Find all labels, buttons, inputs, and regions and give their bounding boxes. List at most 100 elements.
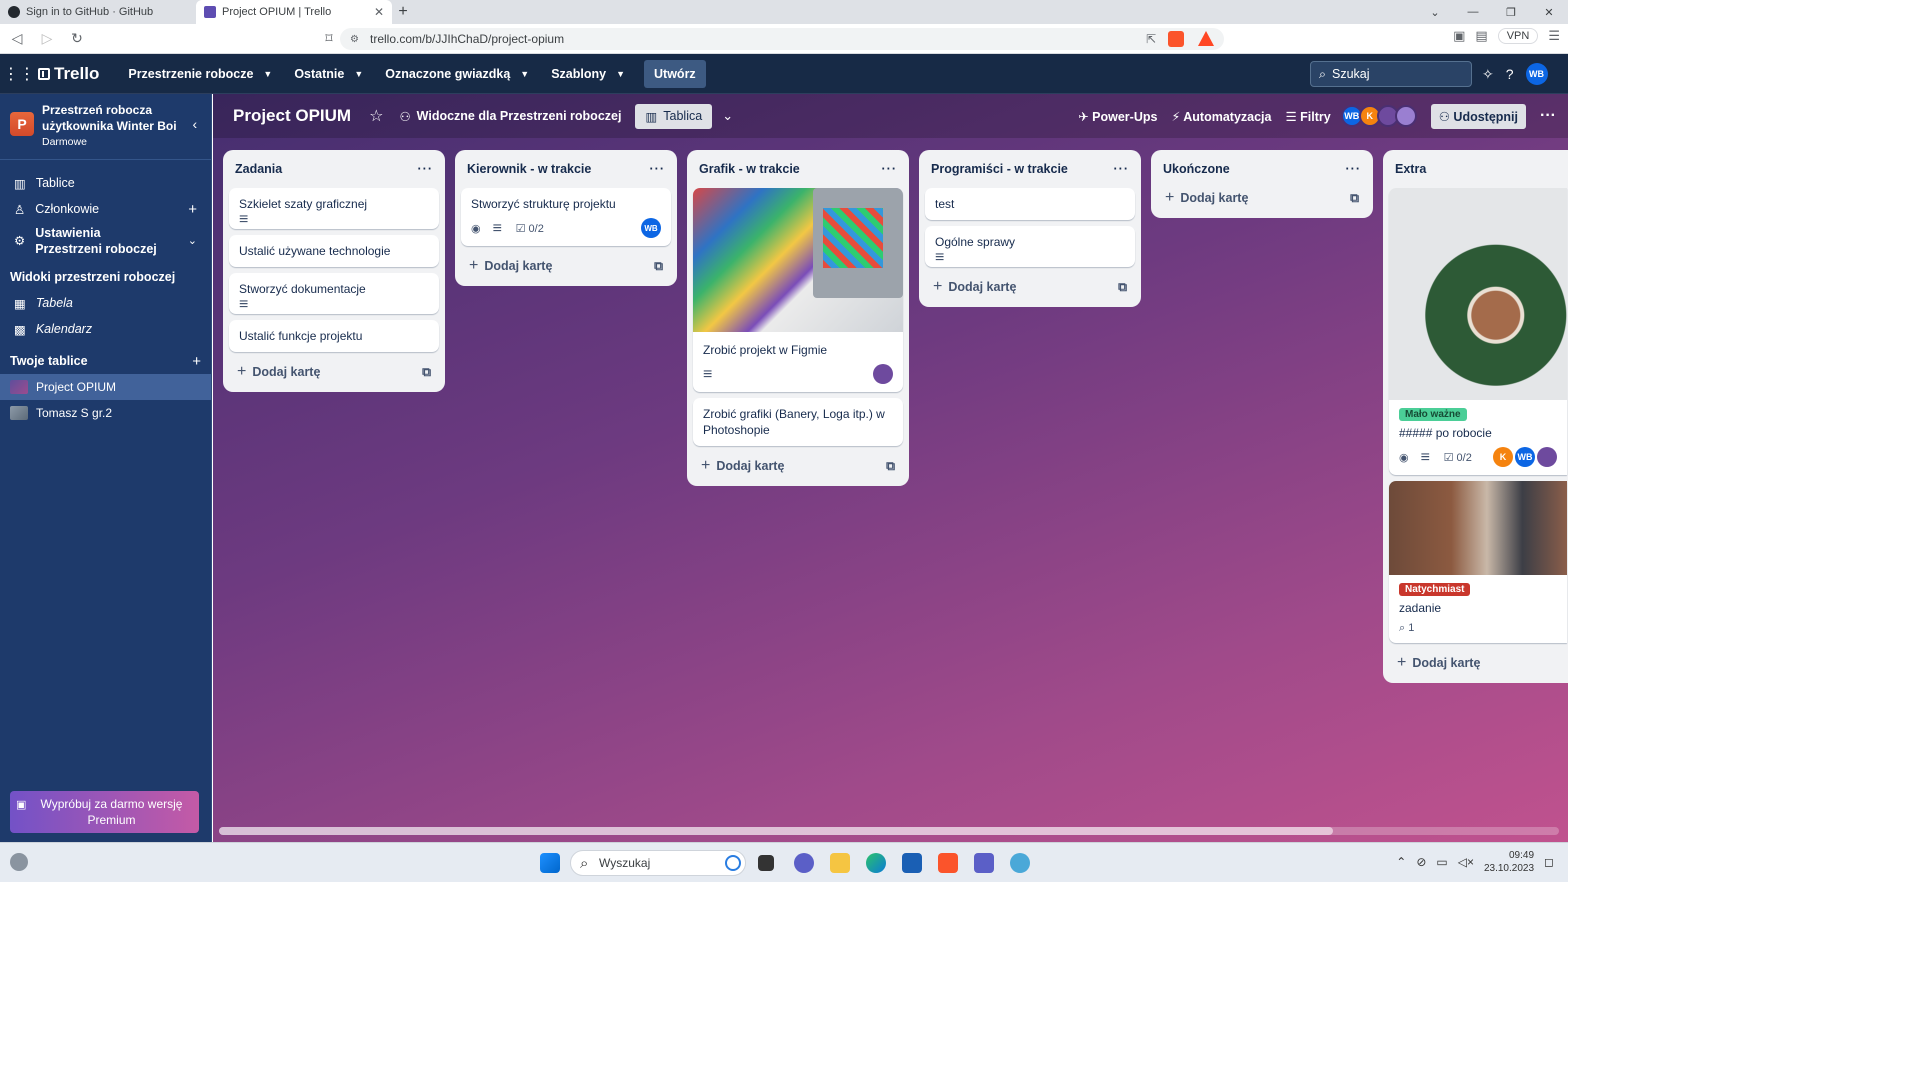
card[interactable]: test bbox=[925, 188, 1135, 220]
avatar[interactable] bbox=[1394, 105, 1417, 127]
chevron-down-icon[interactable]: ⌄ bbox=[188, 233, 197, 249]
trello-logo[interactable]: Trello bbox=[38, 64, 99, 84]
close-tab-icon[interactable]: ✕ bbox=[374, 5, 384, 19]
powerups-button[interactable]: ✈ Power-Ups bbox=[1078, 109, 1157, 124]
display-icon[interactable]: ▭ bbox=[1436, 855, 1447, 869]
clock[interactable]: 09:49 23.10.2023 bbox=[1484, 849, 1534, 875]
avatar[interactable]: WB bbox=[641, 218, 661, 238]
star-icon[interactable]: ☆ bbox=[369, 106, 383, 126]
menu-icon[interactable]: ☰ bbox=[1548, 28, 1560, 44]
sidebar-board-tomasz[interactable]: Tomasz S gr.2 bbox=[0, 400, 211, 426]
list-menu-icon[interactable]: ··· bbox=[882, 162, 898, 176]
sidebar-item-members[interactable]: ♙ Członkowie + bbox=[0, 196, 211, 222]
card[interactable]: Zrobić grafiki (Banery, Loga itp.) w Pho… bbox=[693, 398, 903, 446]
add-card-button[interactable]: + Dodaj kartę ⧉ bbox=[1157, 182, 1367, 214]
add-card-button[interactable]: + Dodaj kartę ⧉ bbox=[461, 250, 671, 282]
avatar[interactable]: WB bbox=[1525, 63, 1548, 85]
search-input[interactable]: ⌕ Szukaj bbox=[1310, 61, 1472, 87]
card[interactable]: Ogólne sprawy ≡ bbox=[925, 226, 1135, 267]
template-icon[interactable]: ⧉ bbox=[1350, 191, 1359, 206]
app-icon[interactable] bbox=[1010, 853, 1030, 873]
visibility-button[interactable]: ⚇ Widoczne dla Przestrzeni roboczej bbox=[399, 109, 621, 124]
avatar[interactable] bbox=[1537, 447, 1557, 467]
template-icon[interactable]: ⧉ bbox=[886, 459, 895, 474]
sidebar-item-boards[interactable]: ▥ Tablice bbox=[0, 170, 211, 196]
list-title[interactable]: Grafik - w trakcie bbox=[699, 162, 800, 176]
volume-icon[interactable]: ◁× bbox=[1458, 855, 1474, 869]
list-menu-icon[interactable]: ··· bbox=[1346, 162, 1362, 176]
maximize-button[interactable]: ❐ bbox=[1492, 0, 1530, 24]
list-title[interactable]: Zadania bbox=[235, 162, 282, 176]
widgets-icon[interactable] bbox=[10, 853, 28, 871]
add-card-button[interactable]: + Dodaj kartę bbox=[1389, 647, 1567, 679]
teams-icon[interactable] bbox=[974, 853, 994, 873]
apps-grid-icon[interactable]: ⋮⋮ bbox=[0, 64, 38, 84]
brave-icon[interactable] bbox=[938, 853, 958, 873]
windows-start-icon[interactable] bbox=[540, 853, 560, 873]
bing-icon[interactable] bbox=[725, 855, 741, 871]
url-field[interactable]: ⚙ trello.com/b/JJIhChaD/project-opium ⇱ bbox=[340, 28, 1224, 50]
forward-button[interactable]: ▷ bbox=[34, 26, 60, 52]
share-button[interactable]: ⚇ Udostępnij bbox=[1430, 103, 1527, 129]
list-title[interactable]: Ukończone bbox=[1163, 162, 1230, 176]
site-info-icon[interactable]: ⚙ bbox=[350, 34, 359, 45]
menu-workspaces[interactable]: Przestrzenie robocze ▼ bbox=[117, 58, 283, 90]
menu-starred[interactable]: Oznaczone gwiazdką ▼ bbox=[374, 58, 540, 90]
taskbar-search-input[interactable]: Wyszukaj bbox=[570, 850, 746, 876]
vpn-button[interactable]: VPN bbox=[1497, 28, 1539, 44]
share-icon[interactable]: ⇱ bbox=[1146, 32, 1156, 46]
chevron-up-icon[interactable]: ⌃ bbox=[1396, 855, 1406, 869]
list-title[interactable]: Kierownik - w trakcie bbox=[467, 162, 591, 176]
add-card-button[interactable]: + Dodaj kartę ⧉ bbox=[925, 271, 1135, 303]
card[interactable]: Mało ważne ##### po robocie ◉ ≡ ☑ 0/2 K … bbox=[1389, 188, 1567, 475]
list-menu-icon[interactable]: ··· bbox=[650, 162, 666, 176]
card[interactable]: Zrobić projekt w Figmie ≡ bbox=[693, 188, 903, 392]
reload-button[interactable]: ↻ bbox=[64, 26, 90, 52]
back-button[interactable]: ◁ bbox=[4, 26, 30, 52]
menu-templates[interactable]: Szablony ▼ bbox=[540, 58, 636, 90]
card[interactable]: Stworzyć dokumentacje ≡ bbox=[229, 273, 439, 314]
add-member-icon[interactable]: + bbox=[188, 201, 197, 218]
close-window-button[interactable]: ✕ bbox=[1530, 0, 1568, 24]
card[interactable]: Szkielet szaty graficznej ≡ bbox=[229, 188, 439, 229]
network-icon[interactable]: ⊘ bbox=[1416, 855, 1426, 869]
edge-icon[interactable] bbox=[866, 853, 886, 873]
template-icon[interactable]: ⧉ bbox=[654, 259, 663, 274]
sidebar-item-calendar[interactable]: ▩ Kalendarz bbox=[0, 316, 211, 342]
menu-recent[interactable]: Ostatnie ▼ bbox=[283, 58, 374, 90]
card[interactable]: Natychmiast zadanie ⌕ 1 bbox=[1389, 481, 1567, 643]
scrollbar-thumb[interactable] bbox=[219, 827, 1333, 835]
board-members[interactable]: WB K bbox=[1340, 105, 1417, 127]
tab-github[interactable]: Sign in to GitHub · GitHub bbox=[0, 0, 196, 24]
automation-button[interactable]: ⚡ Automatyzacja bbox=[1171, 109, 1271, 124]
view-switcher-board[interactable]: ▥ Tablica bbox=[635, 103, 713, 129]
board-title[interactable]: Project OPIUM bbox=[233, 106, 351, 126]
collapse-sidebar-icon[interactable]: ‹ bbox=[189, 116, 201, 132]
list-title[interactable]: Programiści - w trakcie bbox=[931, 162, 1068, 176]
brave-shield-icon[interactable] bbox=[1168, 31, 1184, 47]
filters-button[interactable]: ☰ Filtry bbox=[1285, 109, 1330, 124]
add-board-icon[interactable]: + bbox=[192, 353, 201, 370]
chevron-down-icon[interactable]: ⌄ bbox=[722, 108, 733, 124]
list-menu-icon[interactable]: ··· bbox=[418, 162, 434, 176]
sidebar-board-opium[interactable]: Project OPIUM bbox=[0, 374, 211, 400]
tab-trello[interactable]: Project OPIUM | Trello ✕ bbox=[196, 0, 392, 24]
help-icon[interactable]: ? bbox=[1506, 66, 1514, 82]
list-menu-icon[interactable]: ··· bbox=[1114, 162, 1130, 176]
card[interactable]: Ustalić funkcje projektu bbox=[229, 320, 439, 352]
card[interactable]: Stworzyć strukturę projektu ◉ ≡ ☑ 0/2 WB bbox=[461, 188, 671, 246]
chevron-down-icon[interactable]: ⌄ bbox=[1416, 0, 1454, 24]
sidebar-icon[interactable]: ▣ bbox=[1453, 28, 1465, 44]
wallet-icon[interactable]: ▤ bbox=[1475, 28, 1487, 44]
create-button[interactable]: Utwórz bbox=[644, 59, 706, 88]
meet-icon[interactable] bbox=[794, 853, 814, 873]
template-icon[interactable]: ⧉ bbox=[1118, 280, 1127, 295]
sidebar-item-table[interactable]: ▦ Tabela bbox=[0, 290, 211, 316]
card[interactable]: Ustalić używane technologie bbox=[229, 235, 439, 267]
bookmark-icon[interactable]: ⌑ bbox=[316, 26, 342, 52]
horizontal-scrollbar[interactable] bbox=[219, 827, 1559, 835]
avatar[interactable]: K bbox=[1493, 447, 1513, 467]
add-card-button[interactable]: + Dodaj kartę ⧉ bbox=[693, 450, 903, 482]
brave-rewards-icon[interactable] bbox=[1198, 31, 1214, 46]
store-icon[interactable] bbox=[902, 853, 922, 873]
